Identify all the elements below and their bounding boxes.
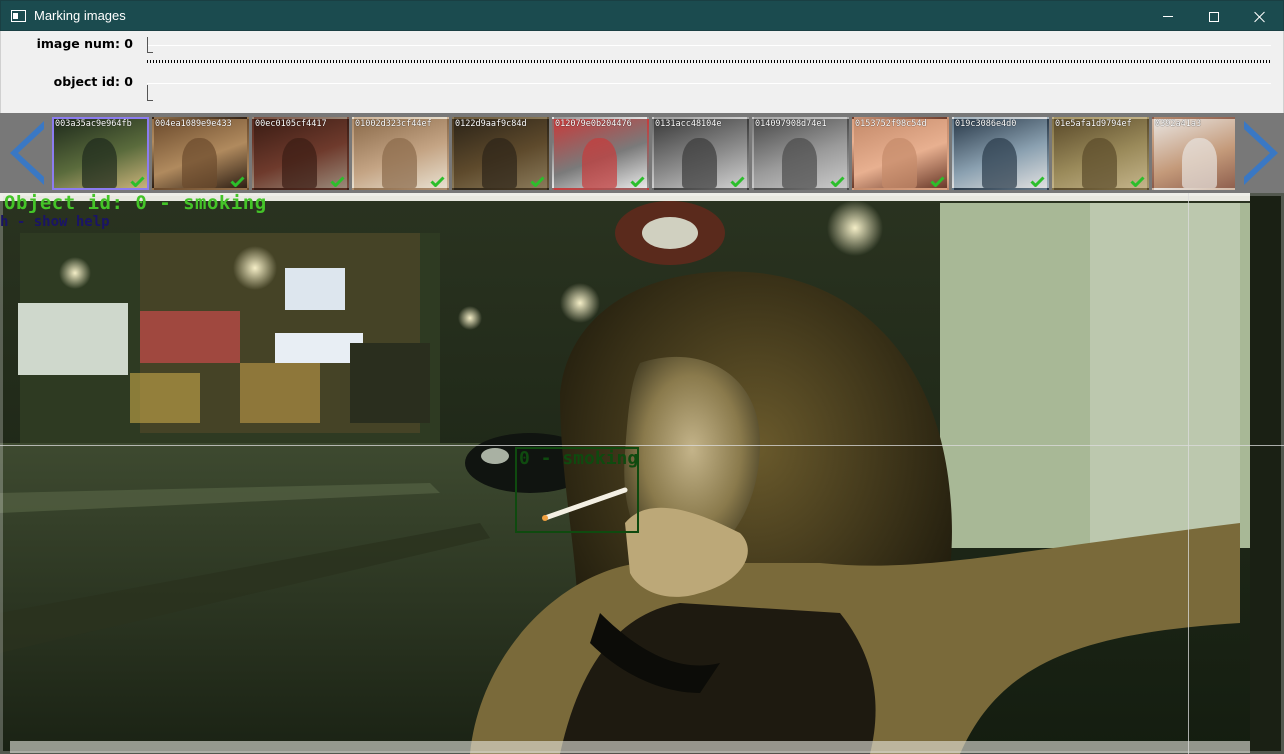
checkmark-icon	[1130, 176, 1145, 187]
thumbnail-filename: 019c3086e4d0	[955, 119, 1017, 129]
trackbar-panel: image num: 0 object id: 0	[0, 31, 1284, 113]
thumbnail-list: 003a35ac9e964fb 004ea1089e9e433 00ec0105cf…	[52, 117, 1235, 190]
thumbnail-filename: 0122d9aaf9c84d	[455, 119, 527, 129]
checkmark-icon	[330, 176, 345, 187]
thumbnail-filename: 00ec0105cf4417	[255, 119, 327, 129]
thumbnail-item[interactable]: 0392a41a3	[1152, 117, 1235, 190]
object-id-label: object id: 0	[53, 74, 133, 89]
thumbnail-item[interactable]: 004ea1089e9e433	[152, 117, 249, 190]
thumbnail-image	[781, 138, 818, 188]
close-icon	[1254, 11, 1266, 23]
checkmark-icon	[930, 176, 945, 187]
image-num-row: image num: 0	[1, 31, 1284, 69]
thumbnail-image	[81, 138, 118, 188]
image-num-ticks	[147, 60, 1271, 63]
bounding-box-label: 0 - smoking	[519, 448, 639, 469]
crosshair-horizontal	[0, 445, 1284, 446]
image-num-slider-thumb[interactable]	[147, 37, 153, 53]
thumbnail-image	[681, 138, 718, 188]
checkmark-icon	[730, 176, 745, 187]
checkmark-icon	[230, 176, 245, 187]
help-hint: h - show help	[0, 214, 110, 230]
thumbnail-image	[281, 138, 318, 188]
thumbnail-filename: 003a35ac9e964fb	[55, 119, 132, 129]
thumbnail-item[interactable]: 003a35ac9e964fb	[52, 117, 149, 190]
thumbnail-filename: 01e5afa1d9794ef	[1055, 119, 1132, 129]
window-title: Marking images	[34, 8, 126, 23]
thumbnail-filename: 0392a41a3	[1155, 119, 1202, 129]
thumbnail-item[interactable]: 01e5afa1d9794ef	[1052, 117, 1149, 190]
object-id-slider-thumb[interactable]	[147, 85, 153, 101]
thumbnail-item[interactable]: 014097908d74e1	[752, 117, 849, 190]
thumbnail-item[interactable]: 00ec0105cf4417	[252, 117, 349, 190]
thumbnail-item[interactable]: 01002d323cf44ef	[352, 117, 449, 190]
thumbnail-image	[1081, 138, 1118, 188]
thumbnail-image	[981, 138, 1018, 188]
photo-image	[0, 193, 1284, 754]
thumbnail-image	[581, 138, 618, 188]
checkmark-icon	[430, 176, 445, 187]
crosshair-vertical	[1188, 193, 1189, 754]
object-id-slider[interactable]	[147, 83, 1271, 84]
checkmark-icon	[830, 176, 845, 187]
thumbnail-filename: 012079e0b204476	[555, 119, 632, 129]
title-bar[interactable]: Marking images	[0, 0, 1284, 31]
triangle-right-icon[interactable]	[1238, 117, 1284, 189]
minimize-icon	[1163, 16, 1173, 17]
checkmark-icon	[130, 176, 145, 187]
image-num-label: image num: 0	[36, 36, 133, 51]
thumbnail-item[interactable]: 019c3086e4d0	[952, 117, 1049, 190]
thumbnail-image	[381, 138, 418, 188]
thumbnail-strip: 003a35ac9e964fb 004ea1089e9e433 00ec0105cf…	[0, 113, 1284, 193]
thumbnail-image	[181, 138, 218, 188]
thumbnail-image	[481, 138, 518, 188]
thumbnail-item[interactable]: 0153752f98c54d	[852, 117, 949, 190]
thumbnail-filename: 01002d323cf44ef	[355, 119, 432, 129]
thumbnail-item[interactable]: 0131acc48104e	[652, 117, 749, 190]
image-num-slider[interactable]	[147, 45, 1271, 46]
thumbnail-filename: 0131acc48104e	[655, 119, 722, 129]
thumbnail-image	[1181, 138, 1218, 188]
app-window-icon	[11, 9, 26, 22]
thumbnail-filename: 004ea1089e9e433	[155, 119, 232, 129]
thumbnail-filename: 0153752f98c54d	[855, 119, 927, 129]
thumbnail-image	[881, 138, 918, 188]
thumbnail-item[interactable]: 012079e0b204476	[552, 117, 649, 190]
minimize-button[interactable]	[1145, 1, 1191, 32]
maximize-button[interactable]	[1191, 1, 1237, 32]
checkmark-icon	[530, 176, 545, 187]
object-id-row: object id: 0	[1, 69, 1284, 107]
image-canvas[interactable]: 0 - smoking Object id: 0 - smoking h - s…	[0, 193, 1284, 754]
object-id-overlay: Object id: 0 - smoking	[4, 193, 267, 214]
checkmark-icon	[1030, 176, 1045, 187]
thumbnail-item[interactable]: 0122d9aaf9c84d	[452, 117, 549, 190]
triangle-left-icon[interactable]	[4, 117, 50, 189]
maximize-icon	[1209, 11, 1219, 22]
thumbnail-filename: 014097908d74e1	[755, 119, 827, 129]
checkmark-icon	[630, 176, 645, 187]
close-button[interactable]	[1237, 1, 1283, 32]
